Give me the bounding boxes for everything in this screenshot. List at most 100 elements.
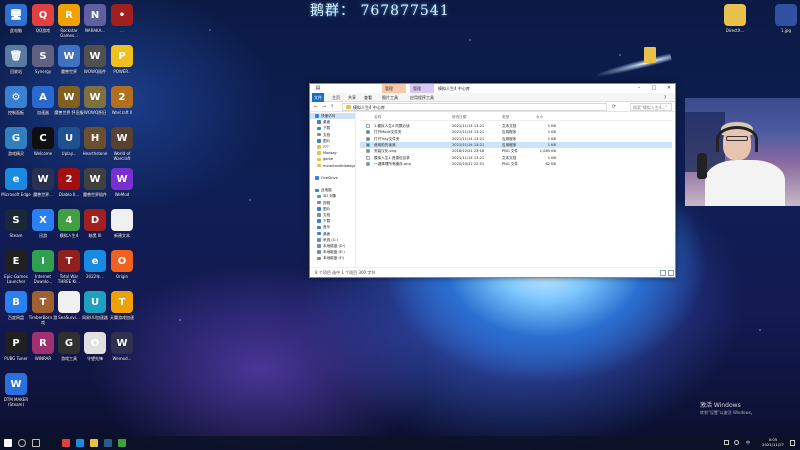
app-icon: W [84,168,106,190]
steam-icon[interactable] [104,439,112,447]
file-row[interactable]: 一键清理所有缓存.png 2020/10/22 22:51 PNG 文件 82 KB [360,161,672,167]
tab-manage-app[interactable]: 管理 [410,84,434,93]
folder-icon [317,256,321,261]
desktop-icon[interactable]: 🖥 此电脑 [1,4,31,38]
desktop-icon[interactable]: T 天翼游戏加速 [107,291,137,325]
app-icon: C [32,127,54,149]
desktop-icon[interactable]: D 暗黑 III [80,209,110,243]
folder-icon [317,231,321,236]
col-name[interactable]: 名称 [374,114,381,121]
desktop-icon[interactable]: e Microsoft Edge [1,168,31,202]
desktop-icon-label: 天翼游戏加速 [110,315,134,320]
desktop-icon[interactable]: e 2022年... [80,250,110,284]
volume-icon[interactable] [734,440,739,445]
file-explorer-window[interactable]: ▤ 管理 管理 模拟人生4 中心库 – □ ✕ 文件 主页 共享 查看 图片工具… [309,83,676,278]
file-icon [366,142,370,147]
address-bar[interactable]: 模拟人生4 中心库 [342,103,607,111]
tab-manage-picture[interactable]: 管理 [382,84,406,93]
tab-home[interactable]: 主页 [330,93,342,102]
minimize-icon[interactable]: – [632,84,646,93]
desktop-icon[interactable]: DirectX... [720,4,750,38]
desktop-icon[interactable]: H Hearthstone [80,127,110,161]
close-icon[interactable]: ✕ [662,84,676,93]
desktop-icon[interactable]: P PUBG Tuner [1,332,31,366]
quick-access-toolbar-icon[interactable]: ▤ [311,84,325,93]
network-icon[interactable] [724,440,729,445]
app-icon: O [111,250,133,272]
file-list[interactable]: 名称 修改日期 类型 大小 1.模拟人生4 同屏必读 2021/11/14 13:… [360,113,672,268]
desktop-icon[interactable]: N NARAKA... [80,4,110,38]
desktop-icon[interactable]: W WOWQ插件 [80,45,110,79]
file-row[interactable]: 打开Tray文件夹 2021/11/14 13:21 应用程序 1 KB [360,136,672,142]
desktop-icon[interactable]: 🗑 回收站 [1,45,31,79]
nav-item-label: 桌面 [323,231,331,236]
search-input[interactable]: 搜索"模拟人生4..." [630,103,672,111]
tab-view[interactable]: 查看 [362,93,374,102]
desktop-icon[interactable]: O 守望先锋 [80,332,110,366]
file-size: 1 KB [547,136,556,141]
desktop-icon[interactable]: B 百度网盘 [1,291,31,325]
desktop-icon[interactable]: W WeMod [107,168,137,202]
input-method-icon[interactable]: 中 [746,440,750,446]
tab-app-tools[interactable]: 应用程序工具 [408,93,436,102]
tab-share[interactable]: 共享 [346,93,358,102]
file-row[interactable]: 使用前先读我 2021/11/14 13:21 应用程序 1 KB [360,141,672,148]
file-name: 使用前先读我 [374,142,396,147]
refresh-icon[interactable]: ⟳ [610,103,618,111]
app-icon: T [111,291,133,313]
large-icons-view-icon[interactable] [668,270,674,276]
tab-file[interactable]: 文件 [312,93,324,102]
file-size: 1 KB [547,124,556,128]
explorer-icon[interactable] [90,439,98,447]
folder-icon [317,145,321,149]
desktop-icon[interactable]: E Epic Games Launcher [1,250,31,284]
edge-icon[interactable] [76,439,84,447]
forward-icon[interactable]: → [320,103,328,111]
notification-icon[interactable] [790,440,795,446]
col-type[interactable]: 类型 [502,114,509,121]
app-icon[interactable] [118,439,126,447]
desktop-icon[interactable]: S Steam [1,209,31,243]
desktop-icon[interactable]: O Origin [107,250,137,284]
up-icon[interactable]: ↑ [328,103,336,111]
desktop-icon[interactable]: P POWER.. [107,45,137,79]
status-bar: 8 个项目 选中 1 个项目 300 字节 [310,267,675,277]
desktop-icon[interactable]: U 网易UU加速器 [80,291,110,325]
search-icon[interactable] [18,439,26,447]
desktop-icon[interactable]: W Wemod... [107,332,137,366]
chrome-icon[interactable] [62,439,70,447]
clock[interactable]: 0:05 2021/11/27 [760,437,786,447]
start-icon[interactable] [4,439,12,447]
help-icon[interactable]: ? [662,93,668,102]
file-row[interactable]: 安装汉化.png 2018/12/21 23:18 PNG 文件 1,085 KB [360,148,672,154]
app-icon: E [5,250,27,272]
file-row[interactable]: 打开Mods文件夹 2021/11/14 13:21 应用程序 1 KB [360,129,672,135]
tab-picture-tools[interactable]: 图片工具 [380,93,400,102]
file-row[interactable]: 模拟人生4 资源包目录 2021/11/14 13:21 文本文档 1 KB [360,155,672,161]
desktop-icon[interactable]: •... [107,4,137,38]
desktop-icon[interactable]: W 魔兽世界插件 [80,168,110,202]
col-size[interactable]: 大小 [536,114,543,121]
app-icon: 4 [58,209,80,231]
desktop-icon[interactable]: W WOWQ怀旧 [80,86,110,120]
folder-icon [317,200,321,205]
task-view-icon[interactable] [32,439,40,447]
col-date[interactable]: 修改日期 [452,114,466,121]
navigation-pane[interactable]: 快速访问 桌面 下载 文档 图片??? Modsay game mountandbladega… [310,113,356,268]
desktop-icon[interactable]: 新建文本 [107,209,137,243]
desktop-icon[interactable]: ⚙ 控制面板 [1,86,31,120]
details-view-icon[interactable] [660,270,666,276]
floating-folder-icon[interactable] [644,47,656,63]
desktop-icon[interactable]: W DTM MAKER (Steam) [1,373,31,407]
desktop-icon[interactable]: 2 Warcraft II [107,86,137,120]
file-name: 模拟人生4 资源包目录 [374,155,410,160]
file-row[interactable]: 1.模拟人生4 同屏必读 2021/11/14 13:21 文本文档 1 KB [360,123,672,129]
desktop-icon[interactable]: G 游戏精灵 [1,127,31,161]
nav-item[interactable]: 本地磁盘 (F:) [310,255,355,261]
back-icon[interactable]: ← [312,103,320,111]
title-bar[interactable]: ▤ 管理 管理 模拟人生4 中心库 – □ ✕ [310,84,675,93]
desktop-icon[interactable]: 1.jpg [771,4,800,38]
maximize-icon[interactable]: □ [647,84,661,93]
desktop-icon[interactable]: W World of Warcraft [107,127,137,161]
app-icon: R [58,4,80,26]
